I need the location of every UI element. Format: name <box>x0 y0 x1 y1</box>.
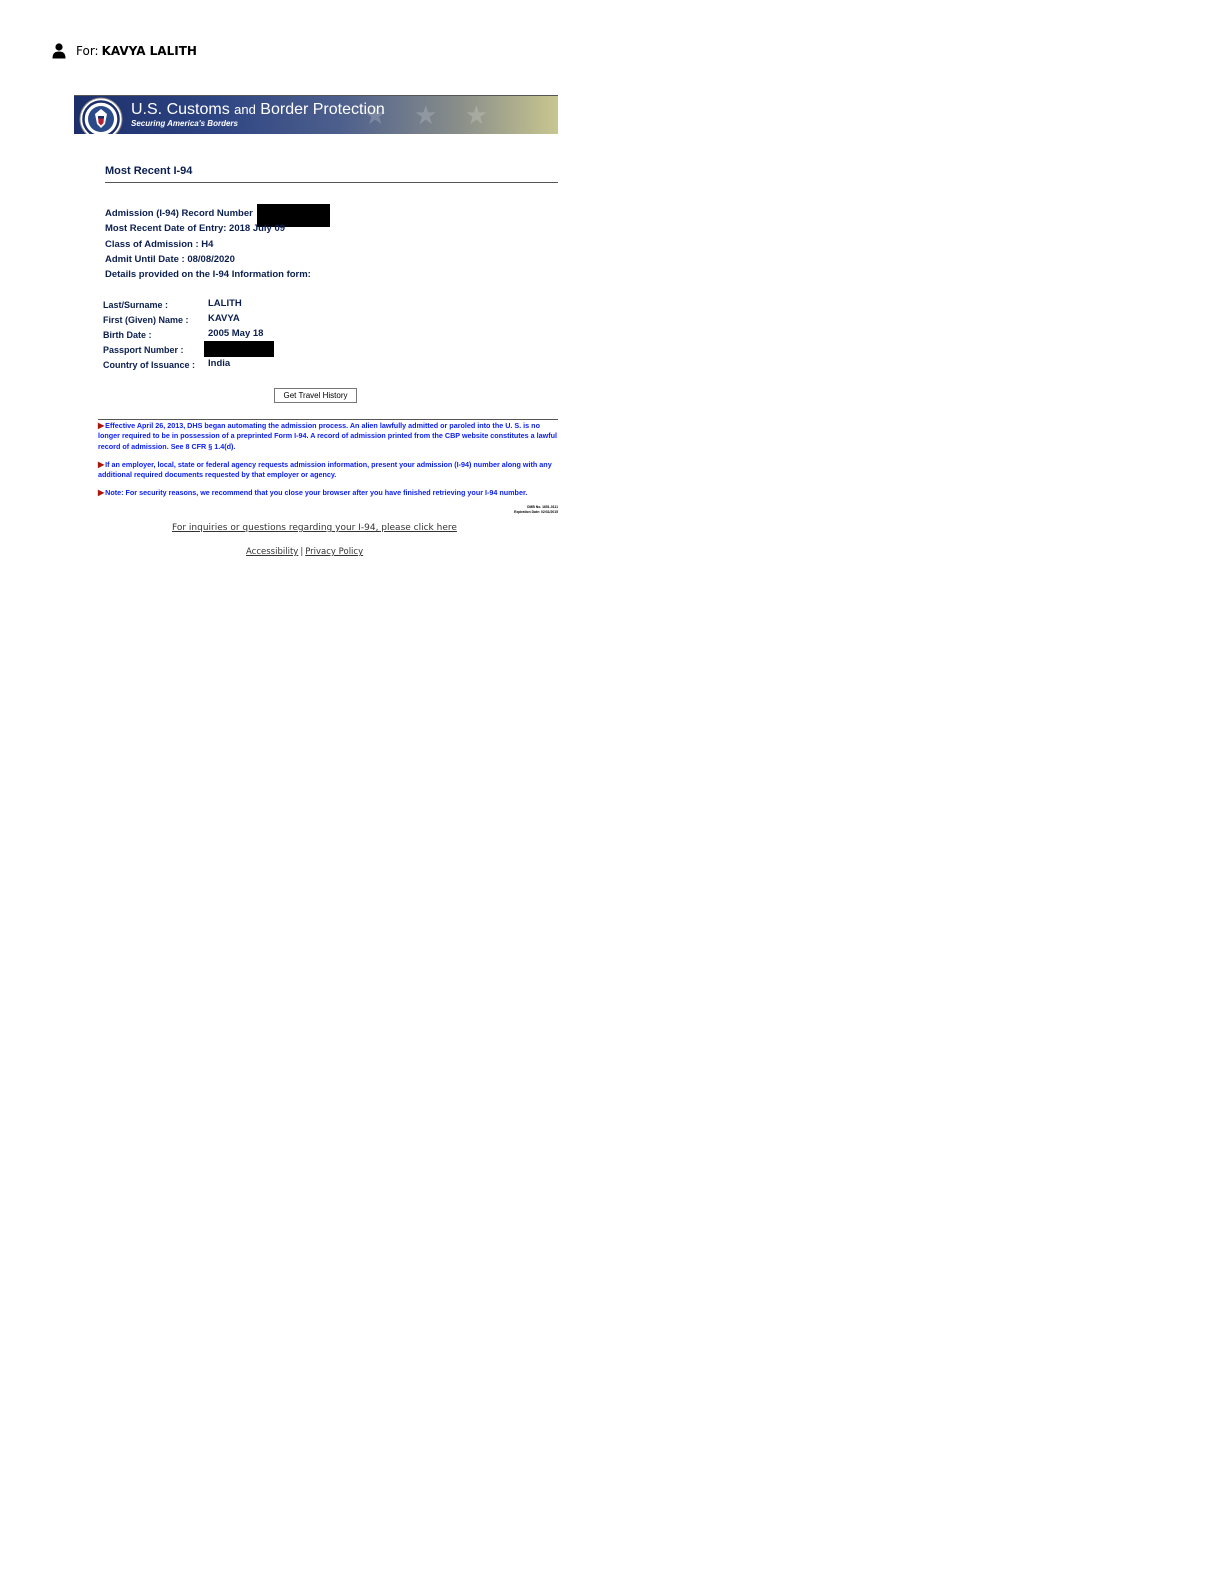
user-icon <box>52 43 66 59</box>
birth-date-value: 2005 May 18 <box>208 328 264 339</box>
inquiry-link[interactable]: For inquiries or questions regarding you… <box>172 523 457 533</box>
arrow-right-icon: ▶ <box>98 488 105 497</box>
note-employer: ▶If an employer, local, state or federal… <box>98 460 552 480</box>
omb-number: OMB No. 1651-0111 <box>526 505 558 509</box>
banner-subtitle: Securing America's Borders <box>131 119 238 128</box>
entry-date-line: Most Recent Date of Entry: 2018 July 09 <box>105 223 286 234</box>
country-of-issuance-label: Country of Issuance : <box>103 360 196 370</box>
banner-title: U.S. Customs and Border Protection <box>131 101 385 118</box>
for-line: For: KAVYA LALITH <box>52 43 197 59</box>
arrow-right-icon: ▶ <box>98 421 105 430</box>
get-travel-history-button[interactable]: Get Travel History <box>274 388 357 403</box>
birth-date-label: Birth Date : <box>103 330 152 340</box>
footer-links: Accessibility | Privacy Policy <box>246 547 363 557</box>
record-number-redaction-overlay <box>257 204 330 223</box>
first-name-value: KAVYA <box>208 313 240 324</box>
dhs-seal-icon <box>79 97 123 134</box>
country-of-issuance-value: India <box>208 358 231 369</box>
arrow-right-icon: ▶ <box>98 460 105 469</box>
for-label: For: <box>76 44 99 58</box>
for-name: KAVYA LALITH <box>101 44 197 58</box>
passport-number-redaction <box>204 341 274 357</box>
omb-expiration: Expiration Date: 02/31/2015 <box>514 510 558 514</box>
note-automation: ▶Effective April 26, 2013, DHS began aut… <box>98 421 558 451</box>
notes-divider <box>98 419 558 420</box>
last-name-value: LALITH <box>208 298 242 309</box>
footer-separator: | <box>300 547 304 557</box>
note-security: ▶Note: For security reasons, we recommen… <box>98 488 528 497</box>
cbp-banner: ★ ★ ★ U.S. Customs and Border Protection… <box>74 95 558 134</box>
record-number-label: Admission (I-94) Record Number <box>105 208 253 219</box>
admit-until-line: Admit Until Date : 08/08/2020 <box>105 254 235 265</box>
class-of-admission-line: Class of Admission : H4 <box>105 239 214 250</box>
passport-number-label: Passport Number : <box>103 345 184 355</box>
last-name-label: Last/Surname : <box>103 300 169 310</box>
first-name-label: First (Given) Name : <box>103 315 189 325</box>
details-heading: Details provided on the I-94 Information… <box>105 269 311 280</box>
section-divider <box>105 182 558 183</box>
accessibility-link[interactable]: Accessibility <box>246 547 298 557</box>
privacy-policy-link[interactable]: Privacy Policy <box>305 547 363 557</box>
section-title: Most Recent I-94 <box>105 165 193 177</box>
